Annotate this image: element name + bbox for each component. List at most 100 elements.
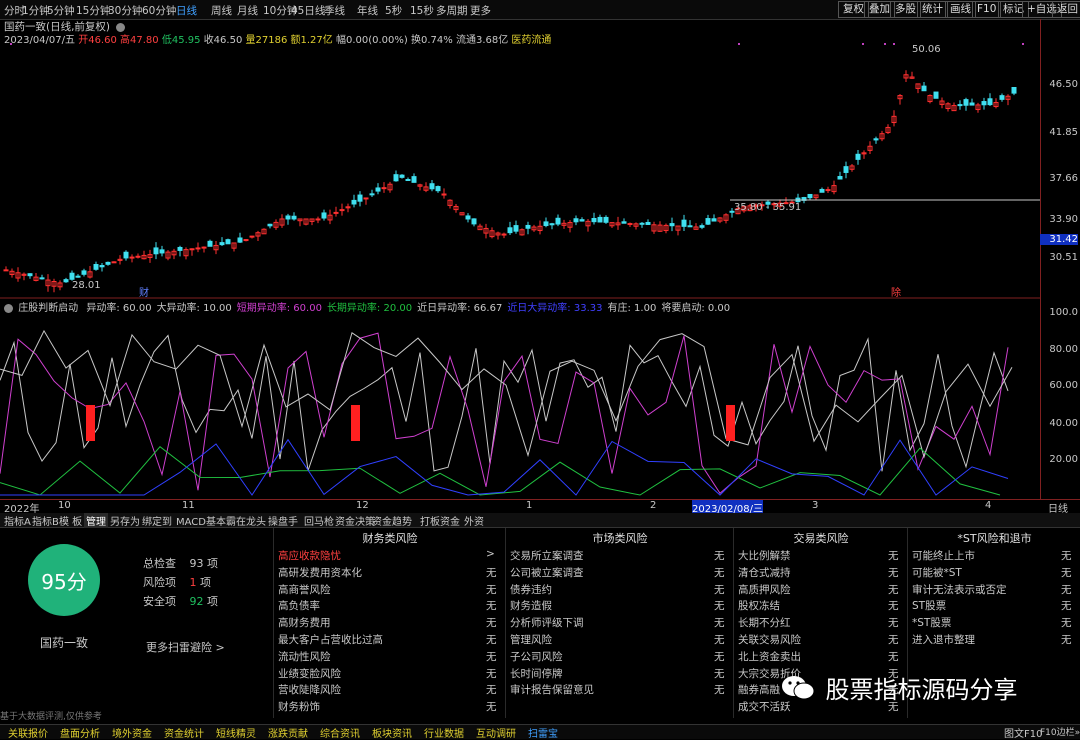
risk-result: 无 [888,600,899,613]
watermark-text: 股票指标源码分享 [825,676,1018,704]
risk-item[interactable]: 高负债率 [278,598,320,613]
risk-item[interactable]: 高财务费用 [278,615,331,630]
f10-sidebar-button[interactable]: F10边栏» [1040,725,1080,738]
risk-item[interactable]: 长期不分红 [738,615,791,630]
chart-annotation: 除 [891,286,901,299]
candle [135,255,141,258]
toolbar-button-3[interactable]: 统计 [917,1,948,18]
period-8[interactable]: 月线 [237,3,258,18]
risk-item[interactable]: 审计报告保留意见 [510,682,594,697]
indicator-tick-label: 40.00 [1049,418,1078,429]
indicator-tab[interactable]: 模 板 [57,513,84,528]
risk-item[interactable]: 最大客户占营收比过高 [278,632,383,647]
indicator-tab[interactable]: 回马枪 [302,513,336,528]
wechat-watermark: 股票指标源码分享 [780,670,1018,705]
risk-item[interactable]: 高质押风险 [738,582,791,597]
low-price: 低45.95 [161,35,201,46]
period-4[interactable]: 30分钟 [108,3,142,18]
start-signal-bar [86,405,95,441]
indicator-tab[interactable]: 绑定到 [140,513,174,528]
risk-item[interactable]: 财务粉饰 [278,699,320,714]
candle [669,223,675,227]
risk-item[interactable]: 财务造假 [510,598,552,613]
indicator-tab[interactable]: 指标A [2,513,33,528]
candle [291,215,297,220]
candlestick-and-indicator-chart[interactable]: 50.06 28.01 35.80 - 35.91 财 除 [0,19,1040,499]
period-13[interactable]: 5秒 [385,3,402,18]
risk-item[interactable]: 分析师评级下调 [510,615,584,630]
candle [195,247,201,250]
risk-item[interactable]: 关联交易风险 [738,632,801,647]
risk-item[interactable]: 融券高融 [738,682,780,697]
risk-result: 无 [1061,566,1072,579]
safe-item-value: 92 [189,595,204,608]
risk-item[interactable]: 高研发费用资本化 [278,565,362,580]
risk-item[interactable]: 管理风险 [510,632,552,647]
indicator-line [0,329,1013,459]
price-tick-label: 46.50 [1049,79,1078,90]
toolbar-button-8[interactable]: 返回 [1052,1,1080,18]
risk-item[interactable]: 债券违约 [510,582,552,597]
indicator-tab[interactable]: 操盘手 [266,513,300,528]
risk-result: 无 [486,617,497,630]
period-16[interactable]: 更多 [470,3,491,18]
risk-item[interactable]: 进入退市整理 [912,632,975,647]
risk-item[interactable]: 长时间停牌 [510,666,563,681]
risk-item[interactable]: 大比例解禁 [738,548,791,563]
risk-item[interactable]: *ST股票 [912,615,951,630]
period-14[interactable]: 15秒 [410,3,434,18]
chevron-right-icon[interactable]: > [486,548,495,560]
candle [999,95,1005,100]
indicator-tab[interactable]: 管理 [84,513,108,528]
indicator-tab[interactable]: MACD基本 [174,513,228,528]
risk-item[interactable]: 流动性风险 [278,649,331,664]
time-label: 10 [58,500,71,511]
close-price: 收46.50 [203,35,243,46]
risk-item[interactable]: 审计无法表示或否定 [912,582,1007,597]
risk-item[interactable]: 北上资金卖出 [738,649,801,664]
period-15[interactable]: 多周期 [436,3,468,18]
candle [525,224,531,229]
risk-result: 无 [888,650,899,663]
period-2[interactable]: 5分钟 [47,3,75,18]
candle [465,215,471,220]
risk-item[interactable]: 清仓式减持 [738,565,791,580]
more-scan-link[interactable]: 更多扫雷避险 > [146,639,225,655]
risk-item[interactable]: 可能被*ST [912,565,962,580]
risk-item[interactable]: 高商誉风险 [278,582,331,597]
risk-item[interactable]: 高应收款隐忧 [278,548,341,563]
period-11[interactable]: 季线 [324,3,345,18]
indicator-tab[interactable]: 另存为 [108,513,142,528]
period-1[interactable]: 1分钟 [22,3,50,18]
risk-item[interactable]: 业绩变脸风险 [278,666,341,681]
time-label: 11 [182,500,195,511]
risk-item[interactable]: 股权冻结 [738,598,780,613]
disclaimer-note: 基于大数据评测,仅供参考 [0,712,102,722]
indicator-tab[interactable]: 霸在龙头 [224,513,268,528]
risk-result: 无 [486,600,497,613]
risk-item[interactable]: 可能终止上市 [912,548,975,563]
indicator-tab[interactable]: 资金趋势 [370,513,414,528]
risk-item[interactable]: 公司被立案调查 [510,565,584,580]
risk-item[interactable]: 交易所立案调查 [510,548,584,563]
indicator-tab[interactable]: 打板资金 [418,513,462,528]
period-6[interactable]: 日线 [176,3,197,18]
risk-result: 无 [888,566,899,579]
quote-date: 2023/04/07/五 [4,35,76,46]
period-10[interactable]: 45日线 [291,3,325,18]
indicator-tab[interactable]: 外资 [462,513,486,528]
candle [111,261,117,264]
period-5[interactable]: 60分钟 [142,3,176,18]
toolbar-button-5[interactable]: F10 [972,1,1002,18]
risk-item[interactable]: ST股票 [912,598,946,613]
risk-item[interactable]: 子公司风险 [510,649,563,664]
period-3[interactable]: 15分钟 [76,3,110,18]
indicator-param: 有庄: 1.00 [607,303,657,314]
indicator-chevron-icon[interactable] [4,303,13,313]
period-7[interactable]: 周线 [211,3,232,18]
candle [93,264,99,270]
chart-area[interactable]: 50.06 28.01 35.80 - 35.91 财 除 [0,19,1040,499]
period-12[interactable]: 年线 [357,3,378,18]
candle [819,188,825,193]
risk-item[interactable]: 营收陡降风险 [278,682,341,697]
